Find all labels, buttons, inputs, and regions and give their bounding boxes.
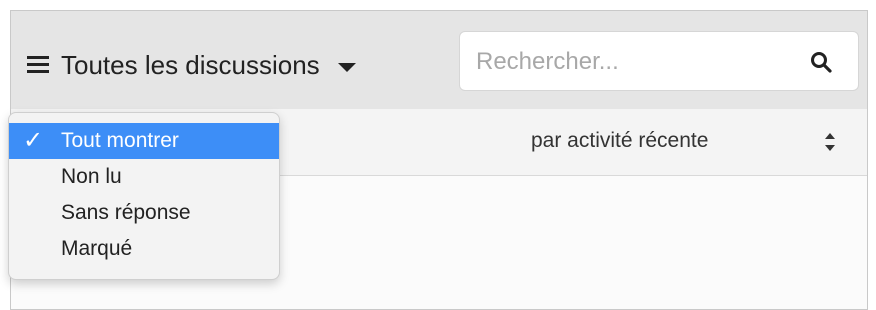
menu-item-label: Marqué <box>61 237 133 260</box>
checkmark-icon: ✓ <box>23 127 44 154</box>
menu-item-label: Sans réponse <box>61 201 191 224</box>
menu-item-non-lu[interactable]: Non lu <box>9 159 279 195</box>
discussion-filter-button[interactable]: Toutes les discussions <box>27 45 356 85</box>
sort-select[interactable]: par activité récente <box>531 129 708 153</box>
menu-item-tout-montrer[interactable]: ✓ Tout montrer <box>9 123 279 159</box>
menu-item-sans-reponse[interactable]: Sans réponse <box>9 195 279 231</box>
search-box[interactable] <box>459 31 859 91</box>
caret-down-icon <box>337 62 356 72</box>
menu-item-label: Non lu <box>61 165 122 188</box>
search-icon[interactable] <box>810 51 832 73</box>
filter-dropdown-menu: ✓ Tout montrer Non lu Sans réponse Marqu… <box>8 112 280 280</box>
filter-label: Toutes les discussions <box>61 49 320 80</box>
search-input[interactable] <box>474 42 798 82</box>
menu-item-label: Tout montrer <box>61 129 179 152</box>
sort-arrows-icon[interactable] <box>824 132 836 152</box>
menu-item-marque[interactable]: Marqué <box>9 231 279 267</box>
discussion-header: Toutes les discussions <box>11 11 867 110</box>
hamburger-icon <box>27 56 49 74</box>
